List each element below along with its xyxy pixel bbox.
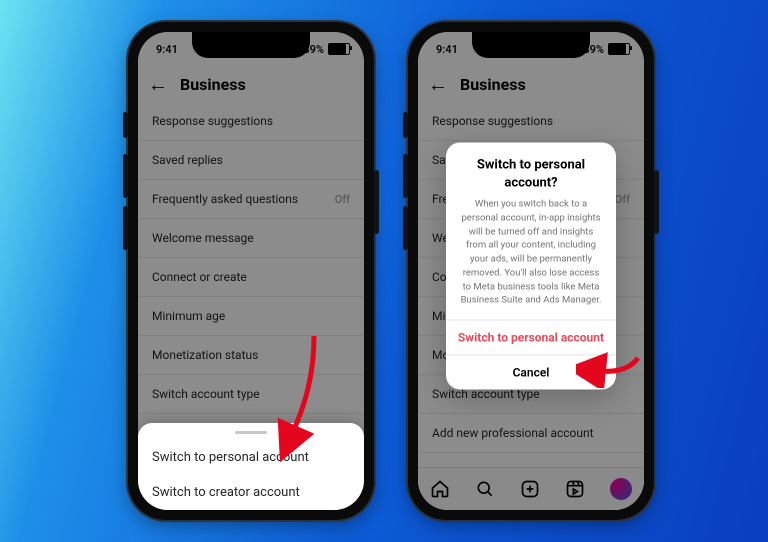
sheet-grabber[interactable] <box>235 431 267 434</box>
phone-notch <box>472 32 590 58</box>
phone-notch <box>192 32 310 58</box>
phone-side-button <box>403 154 408 198</box>
tutorial-image: 9:41 89% ← Business Response suggestions… <box>0 0 768 542</box>
phone-side-button <box>403 206 408 250</box>
action-sheet: Switch to personal account Switch to cre… <box>138 423 364 510</box>
dialog-confirm-button[interactable]: Switch to personal account <box>446 320 616 355</box>
phone-side-button <box>403 112 408 138</box>
phone-side-button <box>123 154 128 198</box>
phone-side-button <box>374 170 379 234</box>
confirm-dialog: Switch to personal account? When you swi… <box>446 142 616 389</box>
phone-side-button <box>654 170 659 234</box>
sheet-option-creator[interactable]: Switch to creator account <box>138 475 364 510</box>
dialog-cancel-button[interactable]: Cancel <box>446 355 616 390</box>
dialog-title: Switch to personal account? <box>446 142 616 197</box>
sheet-option-personal[interactable]: Switch to personal account <box>138 440 364 475</box>
phone-mockup-1: 9:41 89% ← Business Response suggestions… <box>128 22 374 520</box>
dialog-body: When you switch back to a personal accou… <box>446 198 616 320</box>
phone-side-button <box>123 112 128 138</box>
phone-mockup-2: 9:41 89% ← Business Response suggestions… <box>408 22 654 520</box>
phone-side-button <box>123 206 128 250</box>
phone-screen: 9:41 89% ← Business Response suggestions… <box>138 32 364 510</box>
phone-screen: 9:41 89% ← Business Response suggestions… <box>418 32 644 510</box>
